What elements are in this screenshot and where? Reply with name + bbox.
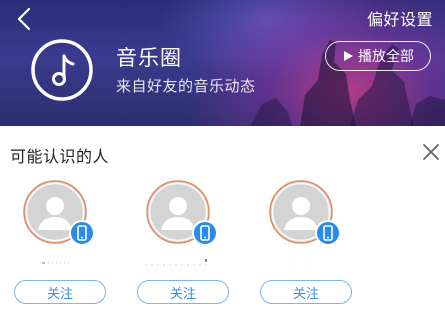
username-text	[290, 263, 314, 265]
follow-button[interactable]: 关注	[137, 280, 229, 304]
phone-badge	[315, 220, 341, 246]
music-note-icon	[31, 39, 93, 101]
username-text	[40, 262, 70, 264]
close-icon	[423, 144, 439, 160]
avatar[interactable]	[269, 180, 341, 246]
play-all-label: 播放全部	[358, 48, 414, 64]
play-all-button[interactable]: 播放全部	[325, 41, 431, 71]
username-text	[145, 259, 211, 266]
preferences-button[interactable]: 偏好设置	[367, 6, 433, 30]
phone-badge	[69, 220, 95, 246]
music-circle-banner: 偏好设置 音乐圈 来自好友的音乐动态 播放全部	[0, 0, 445, 126]
phone-icon	[77, 225, 87, 241]
page-subtitle: 来自好友的音乐动态	[116, 78, 256, 95]
play-icon	[344, 51, 353, 61]
phone-badge	[192, 220, 218, 246]
panel-title: 可能认识的人	[10, 149, 110, 166]
avatar[interactable]	[146, 180, 218, 246]
back-button[interactable]	[10, 4, 40, 34]
person-card: 关注	[137, 180, 241, 310]
follow-button[interactable]: 关注	[260, 280, 352, 304]
music-circle-logo	[30, 38, 94, 102]
phone-icon	[200, 225, 210, 241]
person-card: 关注	[260, 180, 364, 310]
chevron-left-icon	[17, 7, 31, 31]
person-card: 关注	[14, 180, 118, 310]
close-button[interactable]	[420, 141, 442, 163]
page-title: 音乐圈	[116, 47, 182, 70]
avatar[interactable]	[23, 180, 95, 246]
people-you-may-know-panel: 可能认识的人 关注 关注 关注	[0, 126, 445, 318]
phone-icon	[323, 225, 333, 241]
follow-button[interactable]: 关注	[14, 280, 106, 304]
